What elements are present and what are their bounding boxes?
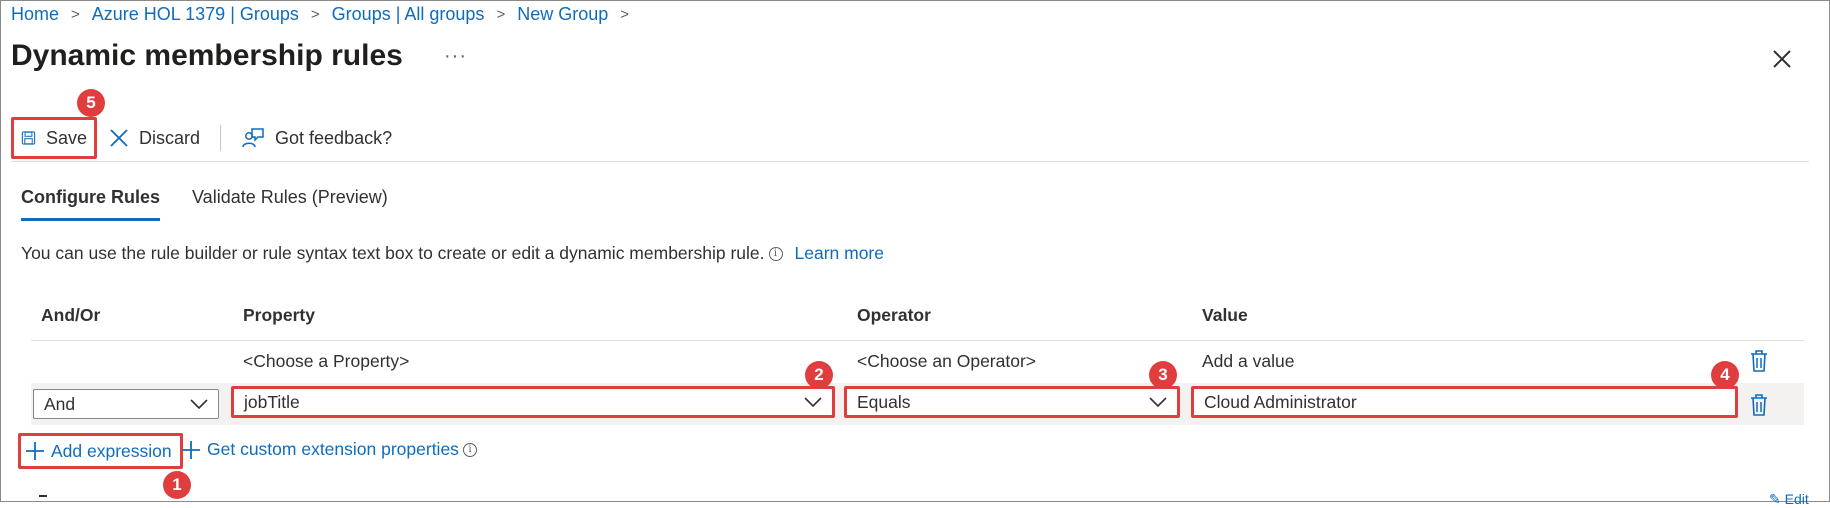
description-text: You can use the rule builder or rule syn…: [21, 243, 765, 263]
plus-icon: [182, 440, 200, 459]
more-options-icon[interactable]: ···: [444, 45, 467, 68]
header-value: Value: [1202, 305, 1248, 325]
toolbar-divider-line: [11, 161, 1809, 162]
chevron-down-icon: [1149, 397, 1167, 408]
chevron-right-icon: >: [71, 5, 80, 23]
chevron-down-icon: [804, 397, 822, 408]
save-icon: [21, 131, 36, 145]
discard-button[interactable]: Discard: [101, 117, 208, 159]
custom-extension-label: Get custom extension properties: [207, 439, 459, 459]
value-input[interactable]: Cloud Administrator: [1191, 386, 1738, 418]
add-expression-label: Add expression: [51, 440, 172, 461]
row1-operator[interactable]: <Choose an Operator>: [857, 351, 1036, 372]
property-value: jobTitle: [244, 391, 300, 412]
description: You can use the rule builder or rule syn…: [21, 243, 884, 264]
toolbar: Save Discard Got feedback?: [11, 117, 400, 159]
breadcrumb: Home > Azure HOL 1379 | Groups > Groups …: [11, 1, 641, 27]
save-label: Save: [45, 127, 87, 148]
operator-value: Equals: [857, 391, 911, 412]
and-or-dropdown[interactable]: And: [33, 389, 219, 419]
property-dropdown[interactable]: jobTitle: [231, 386, 835, 418]
header-divider: [31, 340, 1804, 341]
callout-badge-1: 1: [163, 471, 191, 499]
chevron-right-icon: >: [496, 5, 506, 23]
chevron-right-icon: >: [310, 5, 320, 23]
callout-badge-4: 4: [1711, 361, 1739, 389]
header-operator: Operator: [857, 305, 931, 325]
chevron-down-icon: [190, 399, 208, 410]
edit-link[interactable]: ✎ Edit: [1769, 491, 1809, 508]
callout-badge-5: 5: [77, 89, 105, 117]
callout-badge-2: 2: [805, 361, 833, 389]
and-or-value: And: [44, 393, 76, 414]
feedback-button[interactable]: Got feedback?: [233, 117, 400, 159]
plus-icon: [26, 442, 44, 460]
info-icon[interactable]: i: [768, 246, 783, 261]
delete-row2-icon[interactable]: [1748, 392, 1770, 418]
feedback-icon: [242, 128, 264, 148]
info-icon[interactable]: i: [462, 442, 477, 457]
discard-icon: [110, 129, 128, 147]
discard-label: Discard: [139, 127, 201, 148]
add-expression-button[interactable]: Add expression: [18, 433, 183, 469]
breadcrumb-new-group[interactable]: New Group: [517, 4, 608, 25]
learn-more-link[interactable]: Learn more: [795, 243, 885, 264]
row1-property[interactable]: <Choose a Property>: [243, 351, 409, 372]
cut-off-element: [39, 495, 47, 497]
header-property: Property: [243, 305, 315, 325]
breadcrumb-home[interactable]: Home: [11, 4, 59, 25]
close-icon[interactable]: [1768, 45, 1796, 73]
feedback-label: Got feedback?: [275, 127, 393, 148]
breadcrumb-tenant-groups[interactable]: Azure HOL 1379 | Groups: [92, 4, 299, 25]
header-and-or: And/Or: [41, 305, 101, 325]
page-title: Dynamic membership rules: [11, 39, 403, 72]
tab-bar: Configure Rules Validate Rules (Preview): [21, 187, 420, 221]
toolbar-divider: [220, 125, 222, 151]
chevron-right-icon: >: [620, 5, 630, 23]
tab-validate-rules[interactable]: Validate Rules (Preview): [192, 187, 388, 221]
breadcrumb-all-groups[interactable]: Groups | All groups: [332, 4, 485, 25]
value-text: Cloud Administrator: [1204, 391, 1357, 412]
tab-configure-rules[interactable]: Configure Rules: [21, 187, 161, 221]
custom-extension-link[interactable]: Get custom extension properties i: [181, 439, 477, 460]
save-button[interactable]: Save: [11, 117, 97, 159]
operator-dropdown[interactable]: Equals: [844, 386, 1180, 418]
delete-row1-icon[interactable]: [1748, 348, 1770, 374]
callout-badge-3: 3: [1149, 361, 1177, 389]
row1-value[interactable]: Add a value: [1202, 351, 1294, 372]
